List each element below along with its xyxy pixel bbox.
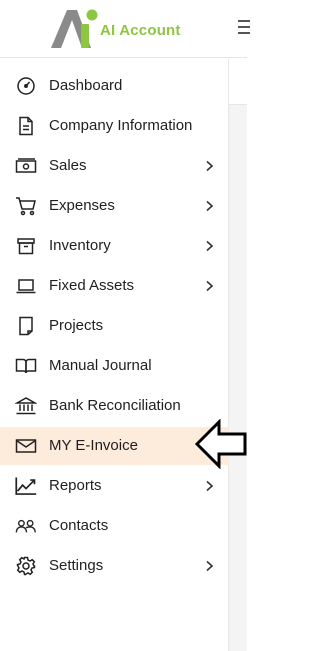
laptop-icon: [15, 276, 37, 296]
sidebar-item-label: Fixed Assets: [49, 277, 135, 294]
sidebar-item-projects[interactable]: Projects: [0, 307, 229, 345]
chevron-right-icon: [206, 280, 214, 292]
header-bar: AI Account: [0, 0, 250, 58]
chart-line-icon: [15, 476, 37, 496]
sidebar-item-label: Contacts: [49, 517, 109, 534]
dashboard-gauge-icon: [15, 76, 37, 96]
chevron-right-icon: [206, 240, 214, 252]
cart-icon: [15, 196, 37, 216]
sidebar-item-label: Reports: [49, 477, 102, 494]
sidebar-item-dashboard[interactable]: Dashboard: [0, 67, 229, 105]
sidebar-item-sales[interactable]: Sales: [0, 147, 229, 185]
chevron-right-icon: [206, 200, 214, 212]
sidebar-item-inventory[interactable]: Inventory: [0, 227, 229, 265]
app-window: AI Account Dashboard Company Information…: [0, 0, 250, 651]
sidebar-item-label: Inventory: [49, 237, 111, 254]
ai-account-logo-icon[interactable]: [47, 6, 99, 50]
sidebar-item-label: MY E-Invoice: [49, 437, 138, 454]
bank-icon: [15, 396, 37, 416]
gear-icon: [15, 556, 37, 576]
content-area: [229, 59, 247, 651]
envelope-icon: [15, 436, 37, 456]
chevron-right-icon: [206, 160, 214, 172]
sidebar-item-label: Settings: [49, 557, 104, 574]
sidebar-item-company-information[interactable]: Company Information: [0, 107, 229, 145]
content-header: [229, 59, 247, 105]
sidebar-item-label: Manual Journal: [49, 357, 152, 374]
sidebar-item-contacts[interactable]: Contacts: [0, 507, 229, 545]
hamburger-icon[interactable]: [238, 20, 250, 38]
document-icon: [15, 116, 37, 136]
sidebar-item-settings[interactable]: Settings: [0, 547, 229, 585]
brand-name: AI Account: [100, 22, 181, 39]
book-icon: [15, 356, 37, 376]
sidebar-item-label: Bank Reconciliation: [49, 397, 181, 414]
sidebar-item-manual-journal[interactable]: Manual Journal: [0, 347, 229, 385]
sidebar-item-fixed-assets[interactable]: Fixed Assets: [0, 267, 229, 305]
chevron-right-icon: [206, 560, 214, 572]
cash-icon: [15, 156, 37, 176]
sidebar-item-label: Company Information: [49, 117, 193, 134]
box-icon: [15, 236, 37, 256]
users-icon: [15, 516, 37, 536]
sidebar: Dashboard Company Information Sales Expe…: [0, 59, 229, 651]
chevron-right-icon: [206, 480, 214, 492]
projects-icon: [15, 316, 37, 336]
sidebar-item-label: Dashboard: [49, 77, 123, 94]
sidebar-item-reports[interactable]: Reports: [0, 467, 229, 505]
sidebar-item-label: Sales: [49, 157, 87, 174]
sidebar-item-label: Projects: [49, 317, 104, 334]
sidebar-item-expenses[interactable]: Expenses: [0, 187, 229, 225]
sidebar-item-label: Expenses: [49, 197, 115, 214]
left-arrow-pointer-icon: [195, 419, 247, 469]
